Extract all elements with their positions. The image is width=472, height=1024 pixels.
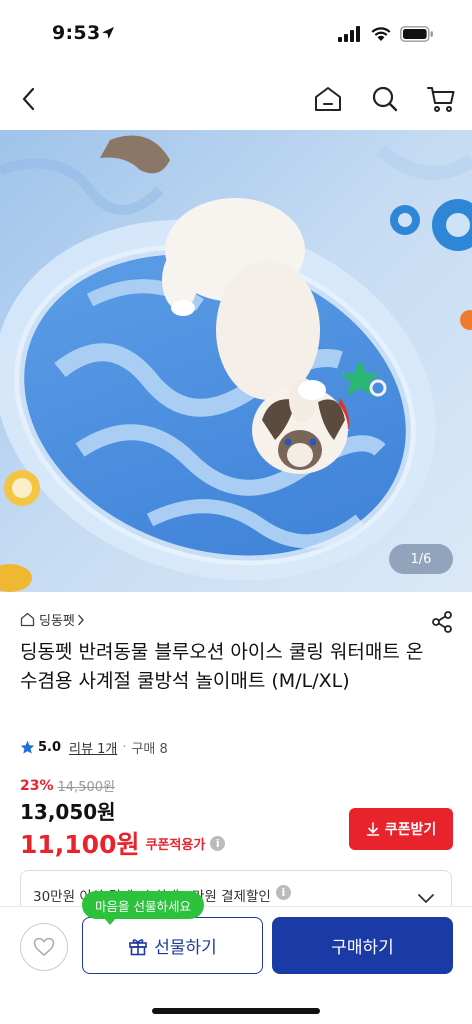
coupon-price-row: 11,100원 쿠폰적용가 i <box>20 825 226 861</box>
promo-info-icon[interactable]: i <box>275 885 291 900</box>
price-block: 23% 14,500원 13,050원 11,100원 쿠폰적용가 i <box>20 776 226 861</box>
bottom-action-bar: 선물하기 구매하기 <box>0 906 472 1024</box>
separator-dot: · <box>122 740 127 755</box>
nav-bar <box>0 66 472 130</box>
gift-button[interactable]: 선물하기 <box>82 917 263 974</box>
back-icon <box>22 87 35 111</box>
heart-icon <box>33 937 55 956</box>
product-title: 딩동펫 반려동물 블루오션 아이스 쿨링 워터매트 온수겸용 사계절 쿨방석 놀… <box>20 641 424 692</box>
search-icon <box>372 86 398 112</box>
cart-button[interactable] <box>424 82 458 116</box>
status-bar: 9:53 <box>0 0 472 66</box>
status-time: 9:53 <box>52 22 101 44</box>
star-icon <box>20 740 35 754</box>
product-image <box>0 130 472 592</box>
store-link[interactable]: 딩동펫 <box>20 610 85 629</box>
buy-button-label: 구매하기 <box>331 938 394 958</box>
store-name: 딩동펫 <box>39 614 75 629</box>
discount-percent: 23% <box>20 777 54 794</box>
discount-row: 23% 14,500원 <box>20 776 225 796</box>
rating-row: 5.0 리뷰 1개 · 구매 8 <box>20 738 168 757</box>
battery-icon <box>400 26 433 42</box>
home-icon <box>315 87 341 111</box>
product-image-carousel[interactable]: 1/6 <box>0 130 472 592</box>
home-indicator <box>152 1008 320 1014</box>
coupon-download-button[interactable]: 쿠폰받기 <box>349 808 453 850</box>
chevron-right-icon <box>78 614 84 625</box>
image-counter: 1/6 <box>389 544 453 574</box>
gift-button-label: 선물하기 <box>154 938 217 958</box>
store-home-icon <box>20 612 35 627</box>
gift-icon <box>129 938 148 955</box>
coupon-price-label: 쿠폰적용가 <box>145 837 206 853</box>
search-button[interactable] <box>368 82 402 116</box>
coupon-price: 11,100원 <box>20 830 140 859</box>
signal-icon <box>338 26 360 42</box>
download-icon <box>366 822 380 836</box>
coupon-button-label: 쿠폰받기 <box>384 822 437 838</box>
home-button[interactable] <box>311 82 345 116</box>
info-icon[interactable]: i <box>210 835 226 851</box>
review-link[interactable]: 리뷰 1개 <box>69 738 117 757</box>
location-arrow-icon <box>102 27 114 39</box>
buy-button[interactable]: 구매하기 <box>272 917 453 974</box>
share-icon <box>432 611 452 633</box>
like-button[interactable] <box>20 923 68 971</box>
purchase-count: 구매 8 <box>131 742 168 757</box>
share-button[interactable] <box>430 610 454 638</box>
wifi-icon <box>371 27 391 41</box>
cart-icon <box>427 87 455 112</box>
back-button[interactable] <box>12 82 46 116</box>
gift-tooltip: 마음을 선물하세요 <box>82 891 204 925</box>
chevron-down-icon <box>418 894 434 903</box>
rating-score: 5.0 <box>38 740 62 755</box>
sale-price: 13,050원 <box>20 800 116 824</box>
original-price: 14,500원 <box>57 780 115 795</box>
